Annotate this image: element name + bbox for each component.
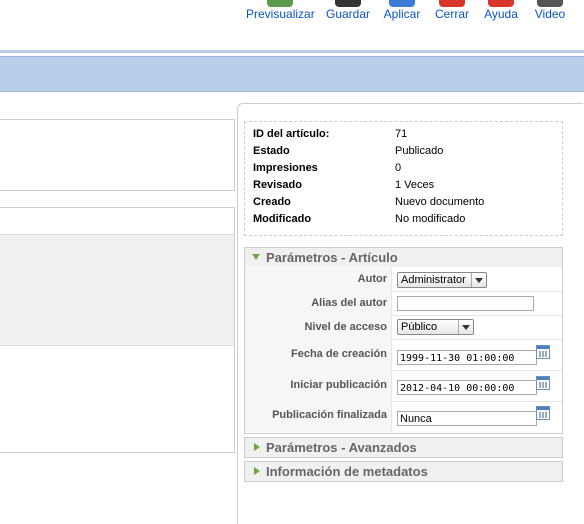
apply-icon: [389, 0, 415, 7]
chevron-down-icon: [252, 254, 260, 260]
publish-down-input[interactable]: Nunca: [397, 411, 537, 426]
publish-up-input[interactable]: 2012-04-10 00:00:00: [397, 380, 537, 395]
info-value: No modificado: [395, 213, 466, 225]
help-button[interactable]: Ayuda: [482, 0, 520, 26]
access-row: Nivel de acceso Público: [245, 315, 562, 340]
save-label: Guardar: [325, 7, 371, 21]
info-key: Estado: [253, 145, 290, 157]
author-select[interactable]: Administrator: [397, 272, 487, 288]
article-info-box: ID del artículo: 71 Estado Publicado Imp…: [244, 121, 563, 236]
access-label: Nivel de acceso: [304, 321, 387, 333]
info-row-status: Estado Publicado: [253, 145, 553, 162]
advanced-params-title: Parámetros - Avanzados: [266, 440, 417, 455]
publish-down-label-cell: Publicación finalizada: [245, 401, 392, 432]
save-icon: [335, 0, 361, 7]
created-date-label: Fecha de creación: [291, 348, 387, 360]
editor-column: [0, 103, 238, 523]
created-date-input[interactable]: 1999-11-30 01:00:00: [397, 350, 537, 365]
article-params-panel: Autor Administrator Alias del autor Nive…: [244, 267, 563, 434]
preview-icon: [267, 0, 293, 7]
close-icon: [439, 0, 465, 7]
created-date-row: Fecha de creación 1999-11-30 01:00:00: [245, 339, 562, 371]
title-panel: [0, 119, 235, 191]
author-select-value: Administrator: [401, 274, 466, 286]
info-value: 0: [395, 162, 402, 174]
preview-label: Previsualizar: [246, 7, 315, 21]
info-key: Creado: [253, 196, 291, 208]
publish-up-label: Iniciar publicación: [290, 379, 387, 391]
info-row-hits: Impresiones 0: [253, 162, 553, 179]
chevron-right-icon: [254, 467, 260, 475]
article-params-title: Parámetros - Artículo: [266, 250, 398, 265]
chevron-right-icon: [254, 443, 260, 451]
calendar-icon[interactable]: [536, 376, 550, 390]
help-label: Ayuda: [484, 7, 518, 21]
video-icon: [537, 0, 563, 7]
calendar-icon[interactable]: [536, 406, 550, 420]
close-button[interactable]: Cerrar: [434, 0, 470, 26]
alias-label: Alias del autor: [311, 297, 387, 309]
info-value: Nuevo documento: [395, 196, 485, 208]
info-row-modified: Modificado No modificado: [253, 213, 553, 230]
info-key: Modificado: [253, 213, 312, 225]
info-key: ID del artículo:: [253, 128, 330, 140]
author-alias-input[interactable]: [397, 296, 534, 311]
info-value: 71: [395, 128, 408, 140]
apply-label: Aplicar: [383, 7, 421, 21]
toolbar: Previsualizar Guardar Aplicar Cerrar Ayu…: [0, 0, 584, 50]
publish-down-row: Publicación finalizada Nunca: [245, 401, 562, 432]
metadata-toggle[interactable]: Información de metadatos: [244, 461, 563, 482]
publish-up-row: Iniciar publicación 2012-04-10 00:00:00: [245, 370, 562, 402]
publish-down-label: Publicación finalizada: [272, 409, 387, 421]
calendar-icon[interactable]: [536, 345, 550, 359]
access-label-cell: Nivel de acceso: [245, 315, 392, 339]
chevron-down-icon: [458, 320, 473, 334]
apply-button[interactable]: Aplicar: [382, 0, 422, 26]
access-select-value: Público: [401, 321, 438, 333]
preview-button[interactable]: Previsualizar: [246, 0, 315, 26]
header-bar: [0, 56, 584, 92]
save-button[interactable]: Guardar: [324, 0, 372, 26]
access-level-select[interactable]: Público: [397, 319, 474, 335]
alias-row: Alias del autor: [245, 291, 562, 316]
author-label-cell: Autor: [245, 267, 392, 291]
article-params-toggle[interactable]: Parámetros - Artículo: [244, 247, 563, 268]
info-key: Impresiones: [253, 162, 318, 174]
close-label: Cerrar: [434, 7, 469, 21]
chevron-down-icon: [471, 273, 486, 287]
toolbar-divider: [0, 50, 584, 53]
info-row-id: ID del artículo: 71: [253, 128, 553, 145]
video-button[interactable]: Video: [532, 0, 568, 26]
info-row-revised: Revisado 1 Veces: [253, 179, 553, 196]
editor-panel: [0, 207, 235, 453]
info-value: 1 Veces: [395, 179, 435, 191]
author-label: Autor: [357, 273, 387, 285]
info-key: Revisado: [253, 179, 302, 191]
publish-up-label-cell: Iniciar publicación: [245, 370, 392, 401]
advanced-params-toggle[interactable]: Parámetros - Avanzados: [244, 437, 563, 458]
video-label: Video: [534, 7, 566, 21]
editor-toolbar-band: [0, 234, 234, 346]
info-row-created: Creado Nuevo documento: [253, 196, 553, 213]
metadata-title: Información de metadatos: [266, 464, 428, 479]
help-icon: [488, 0, 514, 7]
created-label-cell: Fecha de creación: [245, 339, 392, 370]
info-value: Publicado: [395, 145, 444, 157]
author-row: Autor Administrator: [245, 267, 562, 292]
alias-label-cell: Alias del autor: [245, 291, 392, 315]
